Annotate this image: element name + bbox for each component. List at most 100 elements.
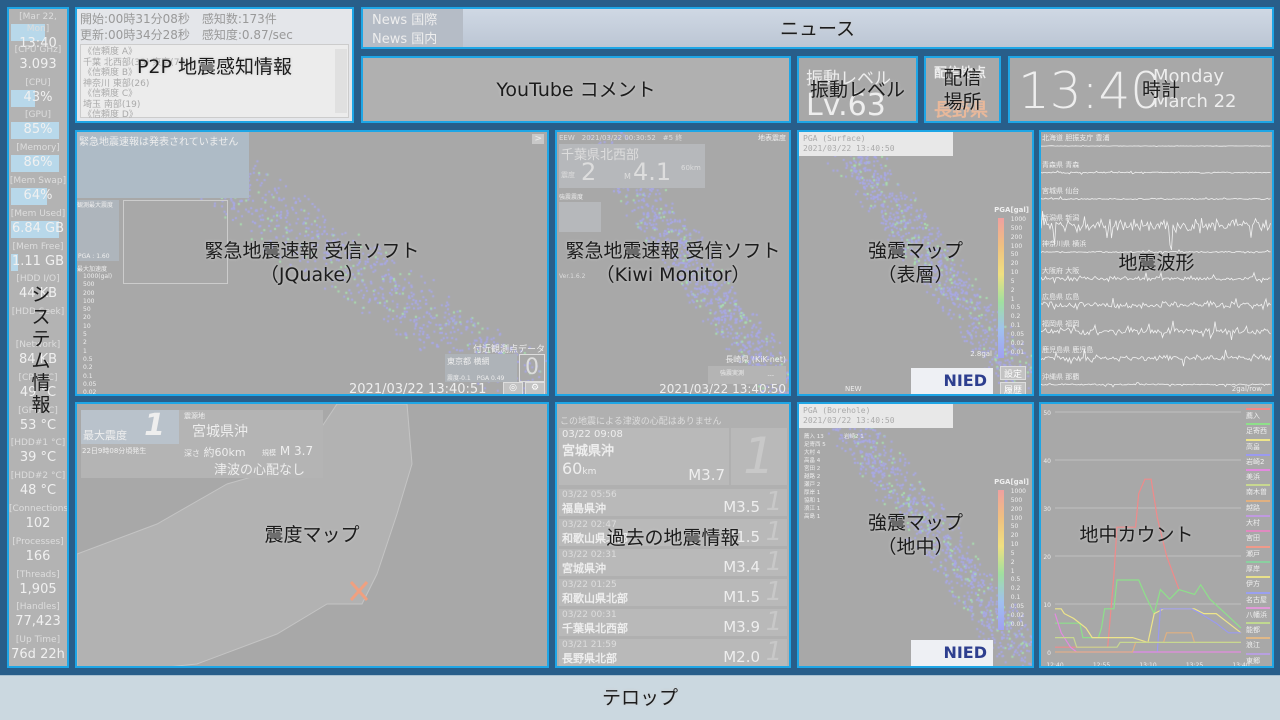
settings-button[interactable]: 設定 xyxy=(1000,366,1026,380)
legend-entry: 足寄西 xyxy=(1246,423,1270,438)
latest-quake[interactable]: 03/22 09:08 宮城県沖 60km M3.7 xyxy=(559,428,729,485)
metric-label: [Connections] xyxy=(9,503,67,515)
series-line-足寄西 xyxy=(1055,580,1241,638)
legend-entry: 東郷 xyxy=(1246,653,1270,668)
past-quakes-panel: この地震による津波の心配はありません 03/22 09:08 宮城県沖 60km… xyxy=(555,402,791,668)
past-quake-row[interactable]: 03/22 00:31 千葉県北西部 M3.9 xyxy=(559,609,764,636)
metric-value: 53 °C xyxy=(9,417,67,435)
metric-label: [CPU] xyxy=(9,77,67,89)
legend-entry: 高畠 xyxy=(1246,439,1270,454)
pga-scale-tick: 0.1 xyxy=(1011,322,1026,331)
shaking-level-overlay-label: 振動レベル xyxy=(799,78,916,102)
borehole-count-item: 厚岸 1 xyxy=(804,489,826,497)
metric-value: 76d 22h xyxy=(9,646,67,664)
legend-entry: 伊方 xyxy=(1246,576,1270,591)
p2p-start-line: 開始:00時31分08秒 感知数:173件 xyxy=(80,11,349,27)
past-quake-row[interactable]: 03/21 21:59 長野県北部 M2.0 xyxy=(559,639,764,666)
magnitude-row: 規模 M 3.7 xyxy=(262,444,313,458)
past-quake-row[interactable]: 03/22 05:56 福島県沖 M3.5 xyxy=(559,489,764,516)
waveform-station-label: 神奈川県 横浜 xyxy=(1042,239,1086,249)
gear-icon[interactable]: ⚙ xyxy=(525,382,545,395)
waveform-station-label: 北海道 胆振支庁 豊浦 xyxy=(1042,133,1109,143)
system-info-panel: [Mar 22, Mon] 13:40 [CPU GHz] 3.093 [CPU] 43%… xyxy=(7,7,69,668)
sidebar-metric: [CPU] 43% xyxy=(9,77,67,110)
x-tick-label: 13:25 xyxy=(1186,662,1203,668)
x-tick-label: 12:55 xyxy=(1093,662,1110,668)
history-button[interactable]: 履歴 xyxy=(1000,382,1026,395)
borehole-overlay-label: 強震マップ （地中） xyxy=(799,511,1032,559)
waveform-station-label: 宮城県 仙台 xyxy=(1042,186,1079,196)
pga-scale-tick: 0.2 xyxy=(1011,313,1026,322)
accel-scale-tick: 20 xyxy=(83,314,112,322)
p2p-log-line: 《信頼度 D》 xyxy=(83,110,346,121)
waveform-station-label: 青森県 青森 xyxy=(1042,160,1079,170)
metric-value: 39 °C xyxy=(9,449,67,467)
metric-label: [Handles] xyxy=(9,601,67,613)
accel-scale-tick: 0.05 xyxy=(83,381,112,389)
sidebar-metric: [Mem Used] 6.84 GB xyxy=(9,208,67,241)
past-quake-magnitude: M3.9 xyxy=(723,618,760,636)
metric-label: [Memory] xyxy=(9,142,67,154)
waveform-station-label: 鹿児島県 鹿児島 xyxy=(1042,345,1093,355)
legend-entry: 越路 xyxy=(1246,500,1270,515)
past-quake-intensity: 1 xyxy=(761,579,787,606)
past-quake-intensity: 1 xyxy=(761,609,787,636)
past-quake-intensity: 1 xyxy=(761,489,787,516)
metric-value: 102 xyxy=(9,515,67,533)
p2p-update-line: 更新:00時34分28秒 感知度:0.87/sec xyxy=(80,27,349,43)
new-label: NEW xyxy=(845,385,862,393)
past-quake-intensity: 1 xyxy=(761,549,787,576)
accel-scale-tick: 100 xyxy=(83,298,112,306)
past-quake-row[interactable]: 03/22 01:25 和歌山県北部 M1.5 xyxy=(559,579,764,606)
metric-value: 64% xyxy=(9,187,67,205)
telop-bar: テロップ xyxy=(0,675,1280,720)
sidebar-metric: [Memory] 86% xyxy=(9,142,67,175)
waveform-overlay-label: 地震波形 xyxy=(1041,251,1272,275)
past-quake-row[interactable]: 03/22 02:31 宮城県沖 M3.4 xyxy=(559,549,764,576)
metric-label: [Mem Used] xyxy=(9,208,67,220)
y-tick-label: 10 xyxy=(1043,602,1051,609)
tsunami-status: 津波の心配なし xyxy=(214,459,305,478)
surface-overlay-label: 強震マップ （表層） xyxy=(799,239,1032,287)
pga-scale-tick: 2 xyxy=(1011,287,1026,296)
accel-scale-tick: 10 xyxy=(83,323,112,331)
borehole-count-item: 越路 2 xyxy=(804,473,826,481)
borehole-count-item: 岩崎2 1 xyxy=(844,433,864,441)
borehole-count-item: 瀬戸 2 xyxy=(804,481,826,489)
strong-intensity-label: 強震震度 xyxy=(559,192,583,201)
magnitude-label: 規模 xyxy=(262,449,276,457)
jquake-overlay-label: 緊急地震速報 受信ソフト （JQuake） xyxy=(77,239,547,287)
surface-header: PGA (Surface) 2021/03/22 13:40:50 xyxy=(799,132,953,156)
pga-scale-tick: 0.1 xyxy=(1011,594,1026,603)
metric-label: [Up Time] xyxy=(9,634,67,646)
waveform-trace xyxy=(1041,146,1271,147)
legend-entry: 岩崎2 xyxy=(1246,454,1270,469)
locate-icon[interactable]: ◎ xyxy=(503,382,523,395)
metric-value: 48 °C xyxy=(9,482,67,500)
strong-motion-borehole-panel: PGA (Borehole) 2021/03/22 13:40:50 薦入 13 足… xyxy=(797,402,1034,668)
kiwi-timestamp: 2021/03/22 13:40:50 xyxy=(659,382,786,396)
accel-scale-tick: 0.5 xyxy=(83,356,112,364)
nearby-station-intensity: 0 xyxy=(519,354,545,382)
metric-label: [CPU GHz] xyxy=(9,44,67,56)
clock-panel: 13:40 Monday March 22 時計 xyxy=(1008,56,1274,123)
max-intensity-value: 1 xyxy=(144,408,165,443)
depth-value: 約60km xyxy=(204,446,246,459)
y-tick-label: 40 xyxy=(1043,458,1051,465)
news-overlay-label: ニュース xyxy=(363,17,1272,41)
y-tick-label: 0 xyxy=(1047,650,1051,657)
surface-timestamp: 2021/03/22 13:40:50 xyxy=(803,144,949,154)
latest-depth: 60 xyxy=(562,459,582,478)
kiwi-station: 長崎県 (KiK-net) xyxy=(725,354,786,365)
youtube-comment-panel: YouTube コメント xyxy=(361,56,791,123)
accel-scale-tick: 2 xyxy=(83,339,112,347)
eew-magnitude: 4.1 xyxy=(633,158,671,186)
metric-label: [Mar 22, Mon] xyxy=(9,11,67,35)
expand-button[interactable]: > xyxy=(532,134,544,144)
series-line-南木曽 xyxy=(1055,638,1241,648)
youtube-overlay-label: YouTube コメント xyxy=(363,78,789,102)
pga-scale-title: PGA[gal] xyxy=(994,206,1029,214)
sidebar-metric: [HDD#1 °C] 39 °C xyxy=(9,437,67,470)
pga-scale-tick: 0.02 xyxy=(1011,612,1026,621)
eew-status: 緊急地震速報は発表されていません xyxy=(77,132,249,198)
